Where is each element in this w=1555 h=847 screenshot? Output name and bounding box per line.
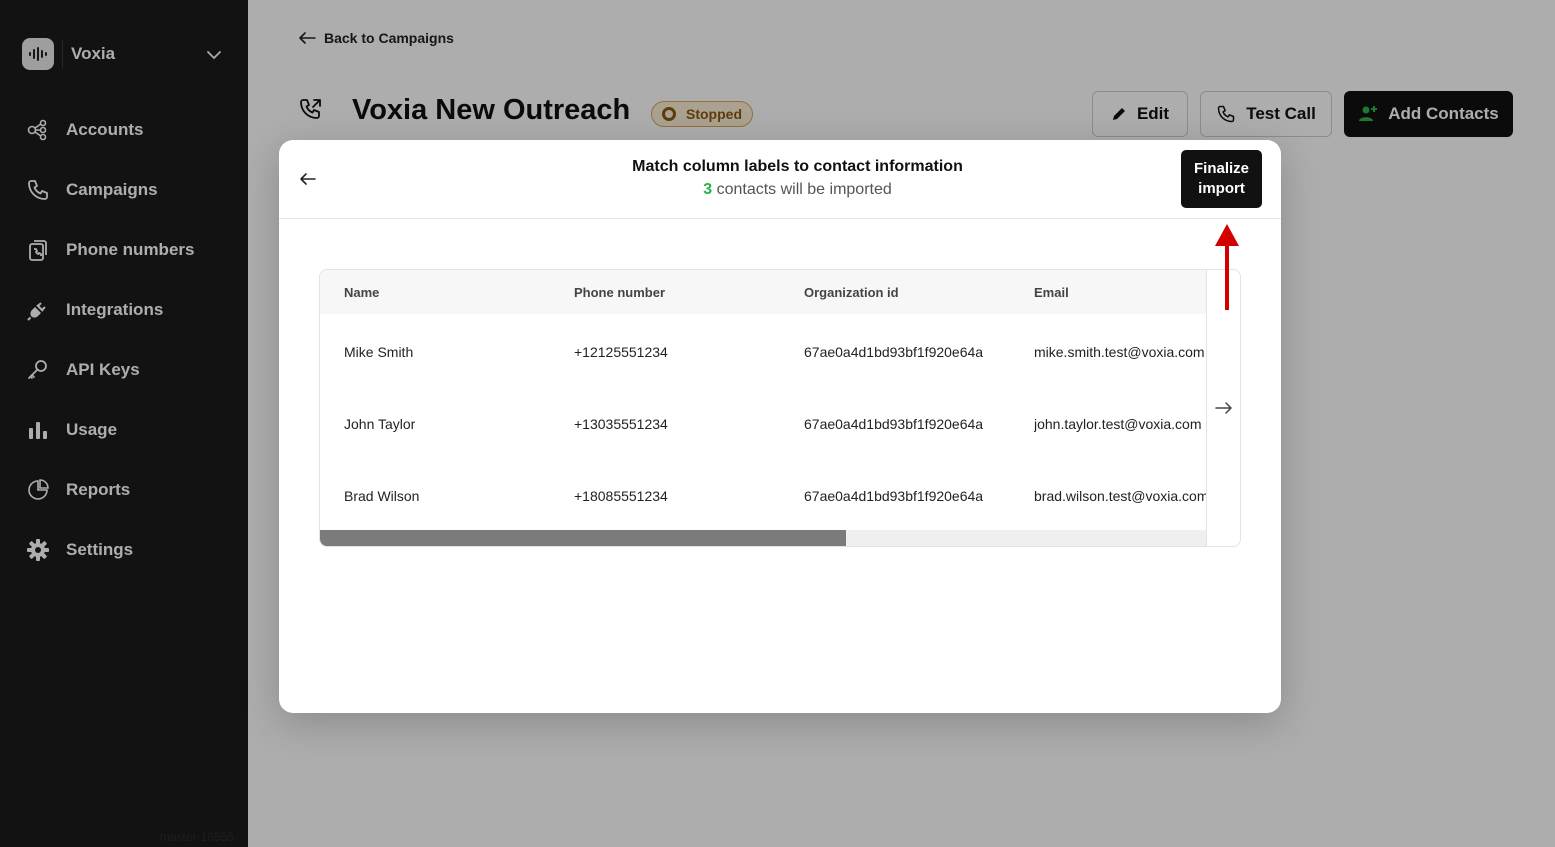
table-row: Brad Wilson +18085551234 67ae0a4d1bd93bf… [320,458,1208,530]
table-header: Name Phone number Organization id Email [320,270,1206,314]
cell-name: John Taylor [344,416,416,432]
cell-email: john.taylor.test@voxia.com [1034,416,1202,432]
finalize-label-line2: import [1198,180,1245,197]
cell-organization: 67ae0a4d1bd93bf1f920e64a [804,416,984,432]
finalize-label-line1: Finalize [1193,160,1249,177]
column-header-phone[interactable]: Phone number [574,285,665,300]
cell-organization: 67ae0a4d1bd93bf1f920e64a [804,488,984,504]
modal-title: Match column labels to contact informati… [632,158,963,175]
column-header-organization[interactable]: Organization id [804,285,899,300]
annotation-arrow-icon [1215,224,1239,310]
cell-phone: +12125551234 [574,344,668,360]
arrow-right-icon [1215,402,1232,414]
cell-name: Brad Wilson [344,488,420,504]
cell-organization: 67ae0a4d1bd93bf1f920e64a [804,344,984,360]
cell-name: Mike Smith [344,344,414,360]
cell-phone: +13035551234 [574,416,668,432]
table-row: Mike Smith +12125551234 67ae0a4d1bd93bf1… [320,314,1206,386]
cell-email: mike.smith.test@voxia.com [1034,344,1205,360]
column-header-name[interactable]: Name [344,285,379,300]
scroll-right-button[interactable] [1206,270,1240,546]
column-header-email[interactable]: Email [1034,285,1208,300]
subtitle-text: contacts will be imported [712,181,892,198]
table-row: John Taylor +13035551234 67ae0a4d1bd93bf… [320,386,1206,458]
modal-subtitle: 3 contacts will be imported [279,181,1281,199]
cell-email: brad.wilson.test@voxia.com [1034,488,1208,504]
scrollbar-thumb[interactable] [320,530,846,546]
contact-count: 3 [703,181,713,198]
finalize-import-button[interactable]: Finalize import [1181,150,1262,208]
horizontal-scrollbar[interactable] [320,530,1206,546]
cell-phone: +18085551234 [574,488,668,504]
modal-header: Match column labels to contact informati… [279,140,1281,219]
import-contacts-modal: Match column labels to contact informati… [279,140,1281,713]
contacts-preview-table: Name Phone number Organization id Email … [319,269,1241,547]
